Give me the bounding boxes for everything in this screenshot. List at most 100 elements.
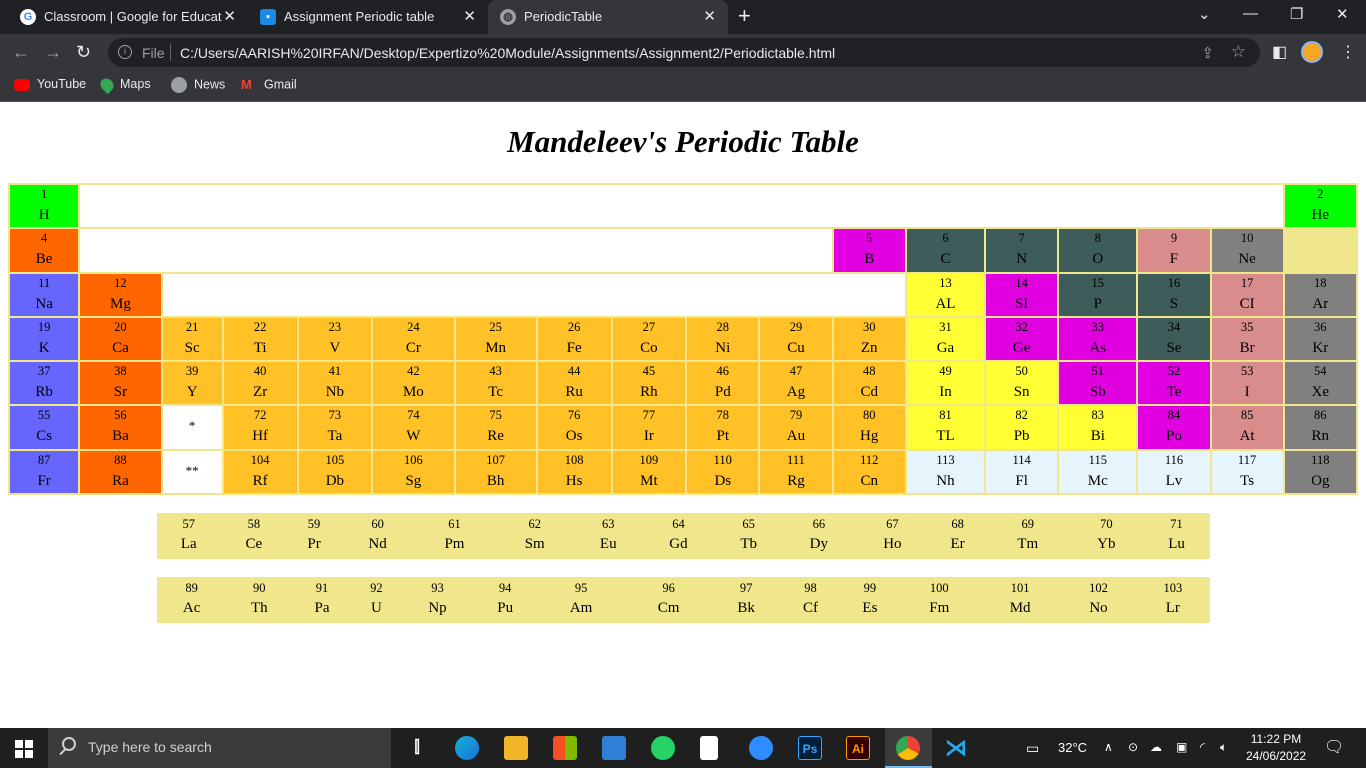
atomic-number: 97 (739, 581, 753, 595)
close-tab-icon[interactable]: ✕ (463, 7, 476, 25)
element-symbol: Pu (497, 600, 514, 616)
new-tab-button[interactable]: + (738, 4, 751, 28)
atomic-number: 51 (1091, 364, 1105, 379)
element-symbol: Bh (486, 472, 505, 489)
element-symbol: Th (250, 600, 268, 616)
volume-icon[interactable]: 🔈︎ (1220, 740, 1227, 755)
reload-icon[interactable]: ↻ (76, 42, 91, 62)
atomic-number: 46 (716, 364, 730, 379)
atomic-number: 34 (1167, 319, 1181, 334)
mail-icon[interactable] (602, 736, 626, 760)
wifi-icon[interactable]: ◜ (1200, 740, 1205, 754)
notifications-icon[interactable]: 🗨︎ (1324, 737, 1344, 757)
windows-start-icon[interactable] (15, 740, 33, 758)
info-icon[interactable]: i (118, 45, 132, 59)
vscode-icon[interactable]: ⋊ (944, 736, 968, 760)
tab-classroom[interactable]: G Classroom | Google for Education ✕ (8, 0, 248, 34)
chevron-up-icon[interactable]: ∧ (1104, 740, 1113, 754)
taskbar-search-placeholder: Type here to search (88, 739, 212, 755)
network-adapter-icon[interactable]: ⊙ (1128, 740, 1138, 754)
address-url[interactable]: C:/Users/AARISH%20IRFAN/Desktop/Expertiz… (180, 45, 835, 61)
atomic-number: 52 (1167, 364, 1181, 379)
chrome-icon (896, 736, 920, 760)
whatsapp-icon[interactable] (651, 736, 675, 760)
atomic-number: 30 (862, 319, 876, 334)
element-symbol: Rh (640, 384, 658, 401)
atomic-number: 7 (1018, 231, 1025, 246)
address-bar[interactable]: i File C:/Users/AARISH%20IRFAN/Desktop/E… (108, 38, 1260, 67)
element-symbol: U (371, 600, 382, 616)
menu-icon[interactable]: ⋮ (1340, 42, 1356, 62)
element-cell: 22 Ti (221, 315, 299, 363)
share-icon[interactable]: ⇪ (1201, 44, 1214, 62)
edge-icon[interactable] (455, 736, 479, 760)
battery-icon[interactable]: ▣ (1176, 740, 1187, 754)
atomic-number: 42 (407, 364, 420, 379)
bookmark-news[interactable]: News (171, 77, 225, 93)
tab-periodictable[interactable]: ◍ PeriodicTable ✕ (488, 0, 728, 34)
atomic-number: 57 (182, 517, 195, 531)
taskbar-search[interactable]: Type here to search (48, 728, 391, 768)
bookmark-maps[interactable]: Maps (97, 75, 151, 94)
empty-cell (160, 271, 907, 318)
tab-search-icon[interactable]: ⌄ (1198, 5, 1211, 23)
element-symbol: Lu (1168, 536, 1185, 552)
element-cell: 35 Br (1209, 315, 1285, 363)
close-window-icon[interactable]: ✕ (1336, 5, 1349, 23)
element-cell: 44 Ru (535, 360, 613, 407)
file-explorer-icon[interactable] (504, 736, 528, 760)
element-symbol: Cs (36, 428, 53, 445)
element-cell: 2 He (1282, 182, 1359, 230)
side-panel-icon[interactable]: ◧ (1272, 42, 1287, 62)
zoom-icon[interactable] (749, 736, 773, 760)
element-symbol: Pm (444, 536, 465, 552)
element-symbol: Gd (669, 536, 688, 552)
task-view-icon[interactable]: ⫿ (405, 736, 429, 760)
close-tab-icon[interactable]: ✕ (223, 7, 236, 25)
element-cell: 91 Pa (292, 577, 351, 623)
atomic-number: 111 (787, 452, 805, 467)
bookmark-youtube[interactable]: YouTube (14, 77, 86, 91)
element-cell: 10 Ne (1209, 227, 1285, 274)
element-symbol: He (1311, 207, 1330, 223)
element-symbol: Cu (787, 339, 805, 356)
tab-title: PeriodicTable (524, 9, 603, 24)
element-cell: 108 Hs (535, 448, 613, 496)
system-clock[interactable]: 11:22 PM 24/06/2022 (1246, 731, 1306, 765)
element-symbol: Pt (716, 428, 730, 445)
back-icon[interactable]: ← (12, 42, 30, 62)
photoshop-icon[interactable]: Ps (798, 736, 822, 760)
illustrator-icon[interactable]: Ai (846, 736, 870, 760)
element-cell: 39 Y (160, 360, 224, 407)
cloud-icon[interactable]: ☁ (1150, 740, 1162, 754)
tab-assignment[interactable]: ▪ Assignment Periodic table ✕ (248, 0, 488, 34)
element-symbol: Br (1239, 339, 1255, 356)
bookmark-star-icon[interactable]: ☆ (1231, 42, 1246, 62)
atomic-number: 73 (328, 408, 342, 423)
forward-icon[interactable]: → (44, 42, 62, 62)
profile-avatar[interactable] (1301, 41, 1323, 63)
minimize-icon[interactable]: — (1243, 5, 1258, 22)
weather-icon[interactable]: ▭ (1026, 740, 1039, 757)
atomic-number: 31 (939, 319, 952, 334)
element-symbol: In (939, 384, 952, 401)
bookmark-gmail[interactable]: M Gmail (241, 77, 297, 93)
element-symbol: AL (935, 295, 956, 312)
store-icon[interactable] (553, 736, 577, 760)
atomic-number: 100 (929, 581, 949, 595)
element-symbol: Lr (1165, 600, 1180, 616)
close-tab-icon[interactable]: ✕ (703, 7, 716, 25)
table-row: 4 Be 5 B 6 C 7 N 8 O 9 F 10 Ne (7, 227, 1359, 274)
clock-time: 11:22 PM (1250, 732, 1302, 746)
restore-icon[interactable]: ❐ (1290, 5, 1303, 23)
file-icon[interactable] (700, 736, 718, 760)
periodic-table: 1 H 2 He 4 Be 5 B 6 C 7 N 8 O 9 F 10 Ne 11 Na 12 Mg 13 AL 14 SI 15… (7, 182, 1359, 496)
element-cell: 14 SI (984, 271, 1060, 318)
chrome-taskbar-active[interactable] (885, 728, 932, 768)
element-cell: 87 Fr (7, 448, 81, 496)
element-cell: 72 Hf (221, 404, 299, 451)
element-symbol: Es (862, 600, 878, 616)
element-cell: 110 Ds (685, 448, 761, 496)
element-symbol: Te (1166, 384, 1182, 401)
temperature[interactable]: 32°C (1058, 740, 1087, 755)
